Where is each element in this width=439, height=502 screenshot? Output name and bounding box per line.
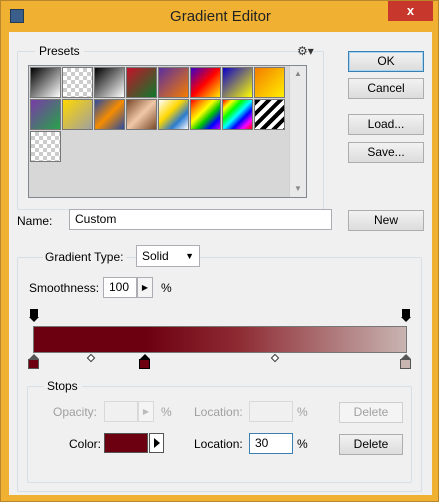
color-location-label: Location: <box>194 437 243 451</box>
presets-label: Presets <box>35 44 84 58</box>
preset-swatch[interactable] <box>190 99 221 130</box>
window-title: Gradient Editor <box>170 8 271 25</box>
delete-opacity-stop-button: Delete <box>339 402 403 423</box>
preset-swatch[interactable] <box>30 99 61 130</box>
cancel-button[interactable]: Cancel <box>348 78 424 99</box>
opacity-stepper: ▶ <box>138 401 154 422</box>
presets-menu-icon[interactable]: ⚙▾ <box>297 44 314 58</box>
opacity-location-unit: % <box>297 405 308 419</box>
opacity-input <box>104 401 138 422</box>
color-location-unit: % <box>297 437 308 451</box>
stops-label: Stops <box>43 379 82 393</box>
opacity-location-label: Location: <box>194 405 243 419</box>
smoothness-input[interactable]: 100 <box>103 277 137 298</box>
new-button[interactable]: New <box>348 210 424 231</box>
color-label: Color: <box>69 437 102 451</box>
dialog-client: Presets ⚙▾ ▲ ▼ OK Cancel Load... Save...… <box>9 32 432 495</box>
preset-swatch[interactable] <box>126 67 157 98</box>
preset-swatch[interactable] <box>126 99 157 130</box>
chevron-down-icon: ▼ <box>185 251 194 261</box>
opacity-stop-right[interactable] <box>401 309 411 322</box>
gradient-type-value: Solid <box>142 249 169 263</box>
gradient-type-select[interactable]: Solid ▼ <box>136 245 200 267</box>
preset-swatch[interactable] <box>222 99 253 130</box>
color-location-input[interactable]: 30 <box>249 433 293 454</box>
delete-color-stop-button[interactable]: Delete <box>339 434 403 455</box>
smoothness-label: Smoothness: <box>29 281 100 295</box>
save-button[interactable]: Save... <box>348 142 424 163</box>
preset-swatch[interactable] <box>94 67 125 98</box>
color-stop-right[interactable] <box>400 354 412 370</box>
opacity-label: Opacity: <box>53 405 98 419</box>
ok-button[interactable]: OK <box>348 51 424 72</box>
load-button[interactable]: Load... <box>348 114 424 135</box>
gradient-type-label: Gradient Type: <box>43 250 126 264</box>
opacity-unit: % <box>161 405 172 419</box>
name-label: Name: <box>17 214 53 228</box>
color-stop-selected[interactable] <box>139 354 151 370</box>
preset-swatch[interactable] <box>30 67 61 98</box>
preset-swatch[interactable] <box>62 67 93 98</box>
gradient-preview-bar[interactable] <box>33 326 407 353</box>
preset-swatch[interactable] <box>254 99 285 130</box>
color-menu-arrow-icon[interactable] <box>149 433 164 453</box>
preset-swatch[interactable] <box>254 67 285 98</box>
smoothness-unit: % <box>161 281 172 295</box>
preset-swatch[interactable] <box>30 131 61 162</box>
title-bar[interactable]: Gradient Editor x <box>1 1 439 32</box>
presets-list[interactable]: ▲ ▼ <box>28 65 307 198</box>
name-input[interactable]: Custom <box>69 209 332 230</box>
scroll-up-icon[interactable]: ▲ <box>290 66 306 82</box>
preset-swatch[interactable] <box>222 67 253 98</box>
smoothness-stepper[interactable]: ▶ <box>137 277 153 298</box>
preset-swatch[interactable] <box>62 99 93 130</box>
close-button[interactable]: x <box>388 1 433 21</box>
preset-swatch[interactable] <box>158 67 189 98</box>
scroll-down-icon[interactable]: ▼ <box>290 181 306 197</box>
preset-swatch[interactable] <box>190 67 221 98</box>
preset-swatch[interactable] <box>158 99 189 130</box>
preset-swatch[interactable] <box>94 99 125 130</box>
color-stop-left[interactable] <box>28 354 40 370</box>
presets-scrollbar[interactable]: ▲ ▼ <box>289 66 306 197</box>
opacity-location-input <box>249 401 293 422</box>
stop-color-swatch[interactable] <box>104 433 148 453</box>
dialog-window: Gradient Editor x Presets ⚙▾ ▲ ▼ OK Canc… <box>0 0 439 502</box>
opacity-stop-left[interactable] <box>29 309 39 322</box>
